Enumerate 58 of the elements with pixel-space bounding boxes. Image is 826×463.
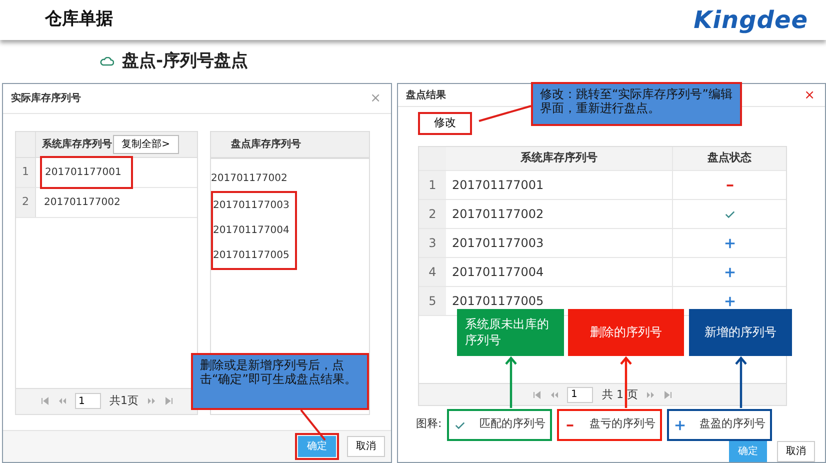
callout-box: 删除或是新增序列号后，点击“确定”即可生成盘点结果。 — [191, 353, 369, 410]
serial-number: 201701177004 — [213, 224, 290, 238]
row-number: 5 — [419, 287, 446, 316]
callout-box: 修改：跳转至“实际库存序列号”编辑界面，重新进行盘点。 — [531, 82, 742, 126]
row-number: 2 — [419, 200, 446, 228]
annotation-box: 系统原未出库的序列号 — [457, 309, 564, 356]
table-cell: 201701177001 — [40, 156, 134, 189]
dialog-title: 实际库存序列号 — [11, 91, 81, 106]
serial-number: 201701177003 — [213, 198, 290, 213]
company-logo: Kingdee — [694, 5, 808, 36]
dialog-title: 盘点结果 — [406, 88, 446, 103]
copy-all-button[interactable]: 复制全部> — [112, 134, 179, 154]
column-header: 系统库存序列号 — [41, 137, 113, 152]
last-page-icon[interactable] — [664, 390, 672, 399]
plus-icon — [674, 418, 686, 431]
prev-page-icon[interactable] — [550, 390, 558, 399]
row-number: 2 — [16, 188, 36, 217]
annotation-box: 新增的序列号 — [689, 309, 792, 356]
legend-text: 盘盈的序列号 — [700, 416, 766, 432]
legend-text: 匹配的序列号 — [480, 416, 546, 432]
legend-text: 盘亏的序列号 — [590, 416, 656, 432]
table-cell: 201701177001 — [446, 171, 673, 200]
row-number: 1 — [419, 171, 446, 200]
cancel-button[interactable]: 取消 — [777, 441, 815, 462]
column-header: 盘点库存序列号 — [230, 137, 301, 152]
prev-page-icon[interactable] — [58, 397, 66, 406]
table-cell: 201701177004 — [446, 258, 673, 286]
leader-line — [477, 104, 533, 123]
first-page-icon[interactable] — [40, 397, 48, 406]
next-page-icon[interactable] — [647, 390, 655, 399]
column-header: 盘点状态 — [706, 150, 752, 166]
table-cell-text: 201701177002 — [43, 196, 122, 210]
last-page-icon[interactable] — [164, 397, 172, 406]
close-button[interactable]: × — [802, 88, 817, 102]
annotation-box: 删除的序列号 — [568, 309, 684, 356]
edit-button[interactable]: 修改 — [418, 112, 472, 135]
next-page-icon[interactable] — [148, 397, 156, 406]
column-header: 系统库存序列号 — [446, 147, 673, 170]
plus-icon — [724, 266, 736, 278]
page-total: 共1页 — [110, 392, 138, 409]
legend-label: 图释: — [416, 416, 442, 432]
serial-number: 201701177002 — [211, 172, 288, 186]
plus-icon — [724, 237, 736, 250]
table-cell: 201701177002 — [446, 200, 673, 228]
table-cell: 201701177003 — [446, 229, 673, 258]
serial-number: 201701177005 — [213, 248, 290, 263]
cloud-icon — [100, 57, 114, 66]
page-field[interactable]: 1 — [567, 386, 593, 403]
page-field[interactable]: 1 — [74, 393, 100, 410]
plus-icon — [724, 295, 736, 308]
row-number: 4 — [419, 258, 446, 286]
page-total: 共 1 页 — [602, 386, 638, 402]
slide-title: 仓库单据 — [45, 8, 113, 32]
row-number: 1 — [16, 158, 36, 187]
first-page-icon[interactable] — [533, 390, 541, 399]
cancel-button[interactable]: 取消 — [347, 436, 385, 457]
row-number: 3 — [419, 229, 446, 258]
slide-subtitle: 盘点-序列号盘点 — [122, 50, 248, 73]
